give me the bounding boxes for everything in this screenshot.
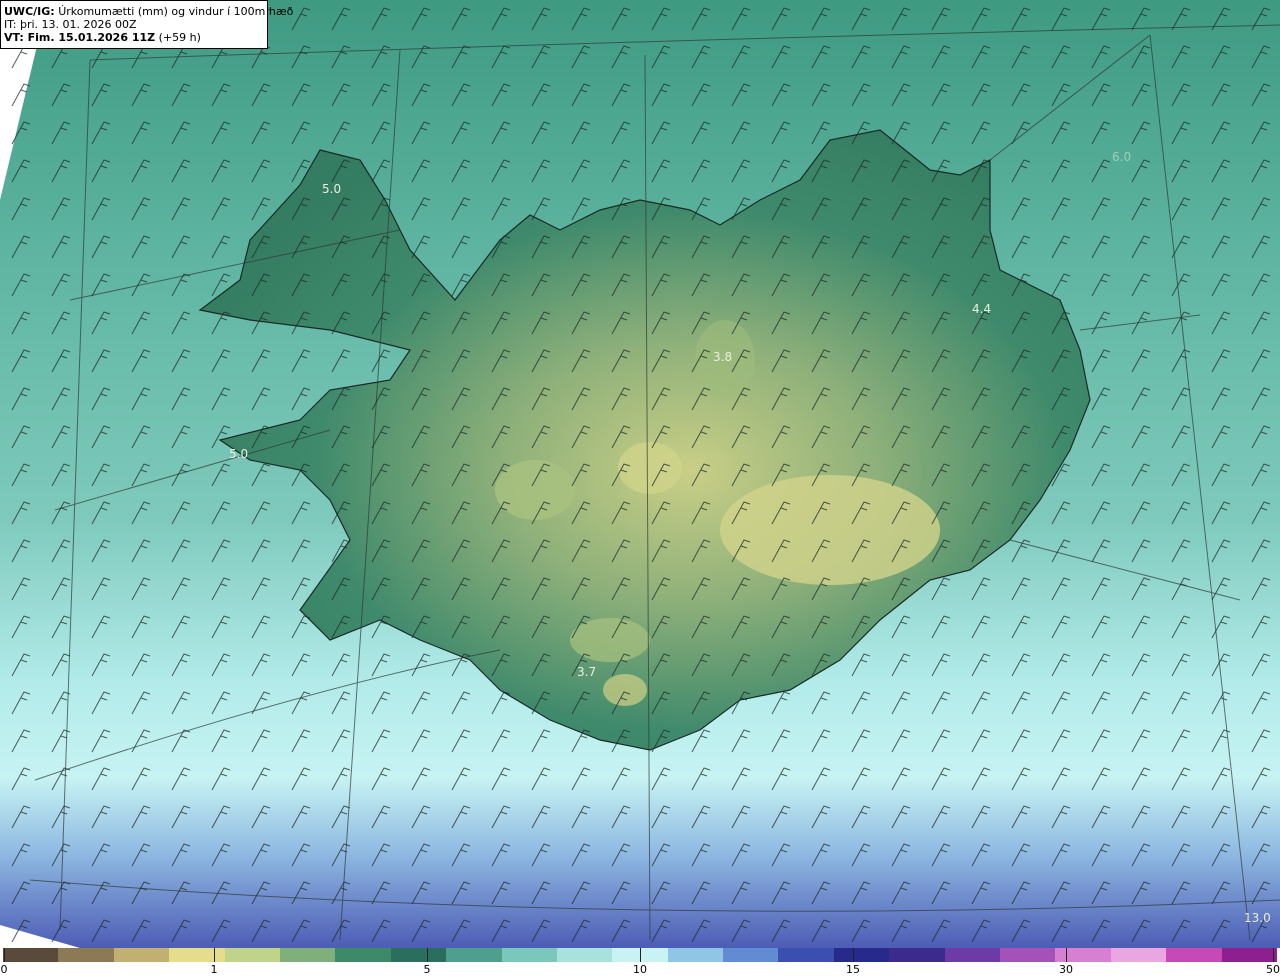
colorbar-segment	[889, 948, 945, 962]
colorbar-segment	[778, 948, 834, 962]
colorbar-segment	[723, 948, 779, 962]
colorbar-tick-label: 30	[1059, 963, 1073, 976]
colorbar-segment	[390, 948, 447, 962]
colorbar-segment	[1000, 948, 1056, 962]
colorbar-tick	[853, 948, 854, 962]
colorbar-segment	[446, 948, 502, 962]
colorbar-segment	[58, 948, 114, 962]
colorbar-tick	[1273, 948, 1274, 962]
product-title: UWC/IG: Úrkomumætti (mm) og vindur í 100…	[4, 5, 293, 18]
colorbar-segment	[113, 948, 170, 962]
colorbar-segment	[1055, 948, 1111, 962]
colorbar-segment	[1166, 948, 1222, 962]
colorbar-segment	[501, 948, 557, 962]
colorbar-segment	[169, 948, 225, 962]
colorbar-segment	[1221, 948, 1277, 962]
map-value-label: 5.0	[229, 447, 249, 461]
colorbar-segment	[667, 948, 724, 962]
map-value-label: 5.0	[322, 182, 342, 196]
map-value-label: 6.0	[1112, 150, 1132, 164]
product-description: Úrkomumætti (mm) og vindur í 100m hæð	[58, 5, 294, 18]
colorbar-tick	[1066, 948, 1067, 962]
map-value-label: 13.0	[1244, 911, 1271, 925]
colorbar-tick	[214, 948, 215, 962]
colorbar-segment	[556, 948, 613, 962]
colorbar-segment	[833, 948, 890, 962]
colorbar-segment	[279, 948, 336, 962]
colorbar-tick	[427, 948, 428, 962]
valid-time: VT: Fim. 15.01.2026 11Z (+59 h)	[4, 31, 263, 44]
valid-time-offset: (+59 h)	[158, 31, 201, 44]
wind-barbs	[0, 0, 1280, 948]
init-time: IT: þri. 13. 01. 2026 00Z	[4, 18, 137, 31]
map-value-label: 4.4	[972, 302, 992, 316]
colorbar-segment	[1110, 948, 1167, 962]
colorbar-segment	[3, 948, 59, 962]
precipitable-water-map	[0, 0, 1280, 948]
map-value-label: 3.7	[577, 665, 597, 679]
colorbar-tick-label: 50	[1266, 963, 1280, 976]
valid-time-prefix: VT: Fim. 15.01.2026 11Z	[4, 31, 156, 44]
map-value-label: 3.8	[713, 350, 733, 364]
colorbar-tick-label: 15	[846, 963, 860, 976]
colorbar-tick-label: 1	[210, 963, 218, 976]
colorbar-tick	[640, 948, 641, 962]
colorbar-tick-label: 0	[0, 963, 8, 976]
product-prefix: UWC/IG:	[4, 5, 55, 18]
colorbar-segment	[944, 948, 1001, 962]
colorbar-tick	[4, 948, 5, 962]
colorbar-tick-label: 10	[633, 963, 647, 976]
colorbar-segment	[335, 948, 391, 962]
colorbar-tick-label: 5	[423, 963, 431, 976]
colorbar-segment	[224, 948, 280, 962]
map-header: UWC/IG: Úrkomumætti (mm) og vindur í 100…	[0, 0, 293, 49]
